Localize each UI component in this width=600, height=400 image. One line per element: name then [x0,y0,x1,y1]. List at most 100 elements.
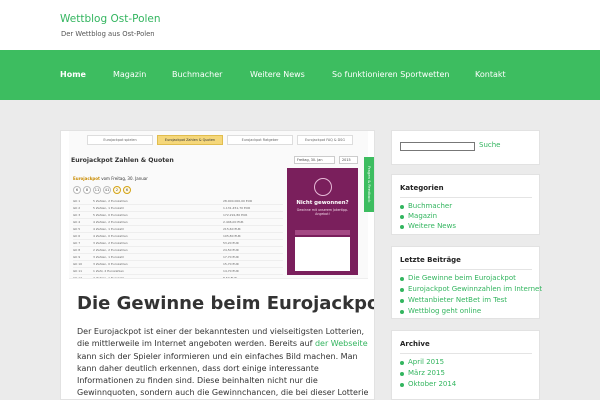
euro-ball: 2 [113,186,121,194]
quote-class: GK 4 [73,220,81,224]
promo-box [295,237,350,271]
quote-win: 53,20 EUR [223,241,239,245]
promo-content: Nicht gewonnen? Gewinne mit unserem Joke… [292,178,353,228]
site-title[interactable]: Wettblog Ost-Polen [60,13,161,25]
recent-post-link[interactable]: Wettblog geht online [399,307,481,315]
quote-win: 24,50 EUR [223,248,239,252]
promo-icon [314,178,332,196]
quote-description: 5 Zahlen, 2 Eurozahlen [93,199,128,203]
article-text-line: Der Eurojackpot ist einer der bekanntest… [77,327,365,336]
quote-description: 5 Zahlen, 1 Eurozahl [93,206,124,210]
quote-row: GK 8 2 Zahlen, 2 Eurozahlen 24,50 EUR [73,247,283,254]
quote-row: GK 12 2 Zahlen, 1 Eurozahl 8,50 EUR [73,275,283,279]
webseite-link[interactable]: der Webseite [315,339,368,348]
recent-post-link[interactable]: Die Gewinne beim Eurojackpot [400,274,516,282]
image-draw-label-rest: vom Freitag, 30. Januar [99,176,148,181]
quote-class: GK 11 [73,269,83,273]
quote-win: 215,60 EUR [223,227,241,231]
quote-description: 2 Zahlen, 1 Eurozahl [93,276,124,279]
quote-class: GK 3 [73,213,81,217]
quote-description: 3 Zahlen, 1 Eurozahl [93,255,124,259]
number-ball: 6 [73,186,81,194]
featured-image[interactable]: Eurojackpot spielen Eurojackpot Zahlen &… [69,131,368,279]
nav-item-weitere-news[interactable]: Weitere News [250,70,305,79]
category-link[interactable]: Magazin [399,212,437,220]
quote-description: 4 Zahlen, 2 Eurozahlen [93,220,128,224]
category-link[interactable]: Buchmacher [399,202,452,210]
image-tab: Eurojackpot FAQ & DSG [297,135,353,145]
quote-row: GK 9 3 Zahlen, 1 Eurozahl 17,70 EUR [73,254,283,261]
quote-class: GK 8 [73,248,81,252]
quote-description: 3 Zahlen, 0 Eurozahlen [93,262,128,266]
number-ball: 8 [83,186,91,194]
image-heading: Eurojackpot Zahlen & Quoten [71,157,174,164]
article-body: Der Eurojackpot ist einer der bekanntest… [77,326,369,399]
quote-description: 1 Zahl, 2 Eurozahlen [93,269,124,273]
promo-text: Gewinne mit unserem Jokertipp-Angebot! [296,208,349,216]
nav-item-buchmacher[interactable]: Buchmacher [172,70,222,79]
article-text-line: die mittlerweile im Internet angeboten w… [77,338,369,350]
euro-ball: 6 [123,186,131,194]
image-tab: Eurojackpot spielen [87,135,153,145]
quote-row: GK 10 3 Zahlen, 0 Eurozahlen 15,70 EUR [73,261,283,268]
recent-post-link[interactable]: Wettanbieter NetBet im Test [399,296,507,304]
archive-link[interactable]: März 2015 [400,369,445,377]
quote-row: GK 11 1 Zahl, 2 Eurozahlen 14,70 EUR [73,268,283,275]
quote-win: 17,70 EUR [223,255,239,259]
archive-link[interactable]: April 2015 [399,358,444,366]
quote-row: GK 6 4 Zahlen, 0 Eurozahlen 105,80 EUR [73,233,283,240]
archive-link[interactable]: Oktober 2014 [399,380,456,388]
archive-widget: Archive April 2015 März 2015 Oktober 201… [391,330,540,400]
categories-widget: Kategorien Buchmacher Magazin Weitere Ne… [391,174,540,235]
category-link[interactable]: Weitere News [400,222,456,230]
widget-divider [400,197,532,198]
promo-bar [295,230,350,235]
nav-item-kontakt[interactable]: Kontakt [475,70,506,79]
article-text-fragment: die mittlerweile im Internet angeboten w… [77,339,315,349]
quote-row: GK 4 4 Zahlen, 2 Eurozahlen 2.446,00 EUR [73,219,283,226]
widget-title: Letzte Beiträge [400,256,461,264]
recent-posts-widget: Letzte Beiträge Die Gewinne beim Eurojac… [391,246,542,319]
search-input[interactable] [400,142,475,151]
widget-divider [400,353,532,354]
quote-win: 1.131.451,70 EUR [223,206,251,210]
quote-class: GK 6 [73,234,81,238]
article-text-line: kann daher deutlich erkennen, dass dort … [77,363,319,373]
image-date-select: Freitag, 30. Jan [294,156,335,164]
image-draw-label-bold: Eurojackpot [73,176,100,181]
quote-win: 14,70 EUR [223,269,239,273]
nav-item-home[interactable]: Home [60,70,86,79]
image-draw-label: Eurojackpot vom Freitag, 30. Januar [73,176,148,181]
site-header: Wettblog Ost-Polen Der Wettblog aus Ost-… [0,0,600,50]
quote-description: 2 Zahlen, 2 Eurozahlen [93,248,128,252]
promo-banner: Nicht gewonnen? Gewinne mit unserem Joke… [287,168,358,275]
number-ball: 41 [103,186,111,194]
widget-title: Kategorien [400,184,444,192]
quote-class: GK 7 [73,241,81,245]
quote-win: 28.000.000,00 EUR [223,199,253,203]
feedback-tab[interactable]: Fragen & Feedback [364,157,374,212]
quote-win: 172.291,80 EUR [223,213,248,217]
image-year-select: 2015 [339,156,358,164]
quote-row: GK 2 5 Zahlen, 1 Eurozahl 1.131.451,70 EUR [73,205,283,212]
article-title[interactable]: Die Gewinne beim Eurojackpot [77,293,374,314]
main-navigation: Home Magazin Buchmacher Weitere News So … [0,50,600,100]
image-tab-active: Eurojackpot Zahlen & Quoten [157,135,223,145]
search-button[interactable]: Suche [479,141,500,149]
recent-post-link[interactable]: Eurojackpot Gewinnzahlen im Internet [399,285,542,293]
quote-win: 15,70 EUR [223,262,239,266]
nav-item-sportwetten[interactable]: So funktionieren Sportwetten [332,70,449,79]
quote-row: GK 3 5 Zahlen, 0 Eurozahlen 172.291,80 EUR [73,212,283,219]
quote-row: GK 1 5 Zahlen, 2 Eurozahlen 28.000.000,00 … [73,198,283,205]
quote-class: GK 10 [73,262,83,266]
quote-class: GK 5 [73,227,81,231]
quote-description: 4 Zahlen, 1 Eurozahl [93,227,124,231]
widget-title: Archive [400,340,430,348]
quote-class: GK 1 [73,199,81,203]
quote-win: 8,50 EUR [223,276,237,279]
widget-divider [400,269,532,270]
nav-item-magazin[interactable]: Magazin [113,70,146,79]
number-ball: 11 [93,186,101,194]
article-text-line: kann sich der Spieler informieren und ei… [77,351,358,361]
quote-class: GK 2 [73,206,81,210]
